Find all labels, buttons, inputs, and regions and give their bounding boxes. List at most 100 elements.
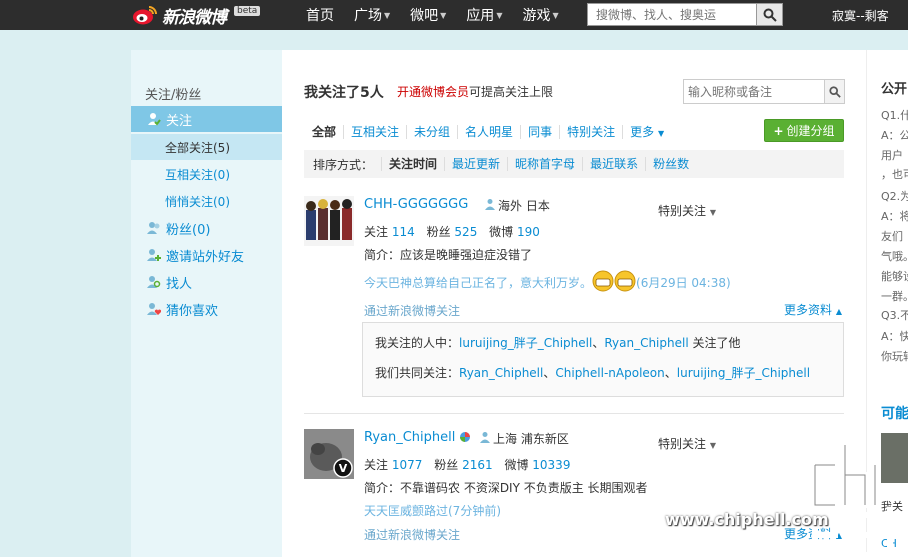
relation-prefix: 我们共同关注：	[375, 366, 460, 380]
relation-user-link[interactable]: Chiphell-nApoleon	[555, 366, 664, 380]
relation-line-followers: 我关注的人中：luruijing_胖子_Chiphell、Ryan_Chiphe…	[375, 334, 741, 351]
avatar[interactable]	[304, 196, 354, 246]
special-follow-dropdown[interactable]: 特别关注 ▼	[658, 202, 716, 219]
tab-mutual[interactable]: 互相关注	[343, 125, 406, 139]
relation-separator: 、	[543, 366, 556, 380]
weibo-count[interactable]: 190	[517, 225, 540, 239]
caret-down-icon: ▼	[657, 129, 665, 138]
faq-line: 能够设	[881, 270, 908, 283]
relation-user-link[interactable]: luruijing_胖子_Chiphell	[677, 366, 810, 380]
latest-post[interactable]: 天天匡威颤路过(7分钟前)	[364, 502, 501, 519]
nav-home[interactable]: 首页	[296, 5, 344, 25]
relation-box: 我关注的人中：luruijing_胖子_Chiphell、Ryan_Chiphe…	[362, 322, 844, 397]
user-add-icon	[147, 248, 161, 262]
faq-line: 友们	[881, 230, 903, 243]
tab-ungrouped[interactable]: 未分组	[406, 125, 457, 139]
tab-more[interactable]: 更多 ▼	[622, 125, 671, 139]
sidebar-item-fans[interactable]: 粉丝(0)	[131, 215, 282, 241]
verified-badge-icon	[459, 431, 471, 446]
user-card: CHH-GGGGGGG 海外 日本 关注 114 粉丝 525 微博 190 简…	[304, 196, 844, 412]
follow-source: 通过新浪微博关注	[364, 528, 461, 542]
sidebar-item-find[interactable]: 找人	[131, 269, 282, 295]
sort-recent-update[interactable]: 最近更新	[444, 157, 507, 171]
tab-celebrities[interactable]: 名人明星	[457, 125, 520, 139]
global-search	[587, 3, 783, 26]
top-navigation-bar: 新浪微博 beta 首页 广场▼ 微吧▼ 应用▼ 游戏▼ 寂寞--剩客	[0, 0, 908, 30]
sort-fans[interactable]: 粉丝数	[645, 157, 696, 171]
sort-recent-contact[interactable]: 最近联系	[582, 157, 645, 171]
sidebar-item-guess[interactable]: 猜你喜欢	[131, 296, 282, 322]
vip-text: 可提高关注上限	[469, 85, 554, 99]
sidebar-sub-secret[interactable]: 悄悄关注(0)	[131, 188, 282, 214]
tab-special[interactable]: 特别关注	[559, 125, 622, 139]
nav-games-label: 游戏	[522, 8, 551, 24]
more-info-label: 更多资料	[784, 303, 833, 317]
relation-user-link[interactable]: Ryan_Chiphell	[604, 336, 688, 350]
weibo-logo[interactable]: 新浪微博 beta	[132, 2, 261, 28]
latest-post[interactable]: 今天巴神总算给自己正名了，意大利万岁。 (6月29日 04:38)	[364, 270, 731, 295]
person-icon	[479, 431, 491, 446]
faq-line: Q1.什	[881, 109, 908, 122]
user-intro: 简介：不靠谱码农 不资深DIY 不负责版主 长期围观者	[364, 481, 648, 495]
location-text: 上海 浦东新区	[493, 432, 569, 446]
user-name-link[interactable]: Ryan_Chiphell	[364, 430, 455, 445]
faq-line: A：快	[881, 330, 908, 343]
sidebar-sub-all[interactable]: 全部关注(5)	[131, 134, 282, 160]
faq-line: A：将	[881, 210, 908, 223]
latest-post-text: 天天匡威颤路过(7分钟前)	[364, 504, 501, 518]
nav-square[interactable]: 广场 ▼	[344, 5, 400, 25]
filter-search-button[interactable]	[824, 80, 844, 103]
faq-line: ，也可	[881, 168, 908, 181]
sidebar-sub-mutual[interactable]: 互相关注(0)	[131, 161, 282, 187]
faq-title: 公开	[881, 82, 908, 97]
chiphell-logo-icon	[812, 442, 893, 557]
tab-all[interactable]: 全部	[304, 125, 343, 139]
relation-user-link[interactable]: Ryan_Chiphell	[459, 366, 543, 380]
watermark-url: www.chiphell.com	[665, 510, 829, 529]
user-name-link[interactable]: CHH-GGGGGGG	[364, 197, 468, 212]
faq-line: 用户	[881, 149, 903, 162]
relation-user-link[interactable]: luruijing_胖子_Chiphell	[459, 336, 592, 350]
sidebar-item-invite[interactable]: 邀请站外好友	[131, 242, 282, 268]
fans-count[interactable]: 2161	[462, 458, 493, 472]
sort-label: 排序方式：	[313, 157, 374, 172]
user-location: 上海 浦东新区	[459, 430, 569, 447]
sidebar-item-follow[interactable]: 关注	[131, 106, 282, 132]
nav-weiba-label: 微吧	[410, 8, 439, 24]
user-name-link[interactable]: 寂寞--剩客	[832, 7, 889, 24]
nav-weiba[interactable]: 微吧 ▼	[400, 5, 456, 25]
logo-text: 新浪微博	[162, 7, 227, 28]
fans-count[interactable]: 525	[454, 225, 477, 239]
user-intro: 简介：应该是晚睡强迫症没错了	[364, 248, 533, 262]
nav-apps[interactable]: 应用 ▼	[456, 5, 512, 25]
sidebar-item-label: 找人	[166, 276, 193, 292]
vip-link[interactable]: 开通微博会员	[397, 85, 469, 99]
caret-down-icon: ▼	[496, 10, 503, 20]
fans-count-label: 粉丝	[426, 225, 451, 239]
sidebar-item-label: 粉丝(0)	[166, 222, 211, 238]
search-input[interactable]	[587, 3, 757, 26]
weibo-count[interactable]: 10339	[532, 458, 570, 472]
faq-line: A：公	[881, 129, 908, 142]
sort-follow-time[interactable]: 关注时间	[381, 157, 444, 171]
nav-games[interactable]: 游戏 ▼	[512, 5, 568, 25]
search-icon	[828, 85, 841, 98]
nickname-filter-input[interactable]	[684, 80, 824, 103]
fans-count-label: 粉丝	[434, 458, 459, 472]
faq-line: Q2.为	[881, 190, 908, 203]
more-info-toggle[interactable]: 更多资料 ▲	[784, 301, 842, 318]
search-button[interactable]	[757, 3, 783, 26]
follow-count-label: 关注	[364, 225, 389, 239]
user-stats: 关注 1077 粉丝 2161 微博 10339	[364, 456, 578, 473]
sort-nickname[interactable]: 昵称首字母	[507, 157, 582, 171]
create-group-button[interactable]: + 创建分组	[764, 119, 844, 142]
tab-colleagues[interactable]: 同事	[520, 125, 559, 139]
person-icon	[484, 198, 496, 213]
follow-count[interactable]: 114	[392, 225, 415, 239]
user-stats: 关注 114 粉丝 525 微博 190	[364, 223, 548, 240]
follow-count[interactable]: 1077	[392, 458, 423, 472]
latest-post-time: (6月29日 04:38)	[636, 276, 731, 290]
sidebar-item-label: 猜你喜欢	[166, 303, 219, 319]
plus-icon: +	[773, 123, 784, 138]
avatar[interactable]: V	[304, 429, 354, 479]
